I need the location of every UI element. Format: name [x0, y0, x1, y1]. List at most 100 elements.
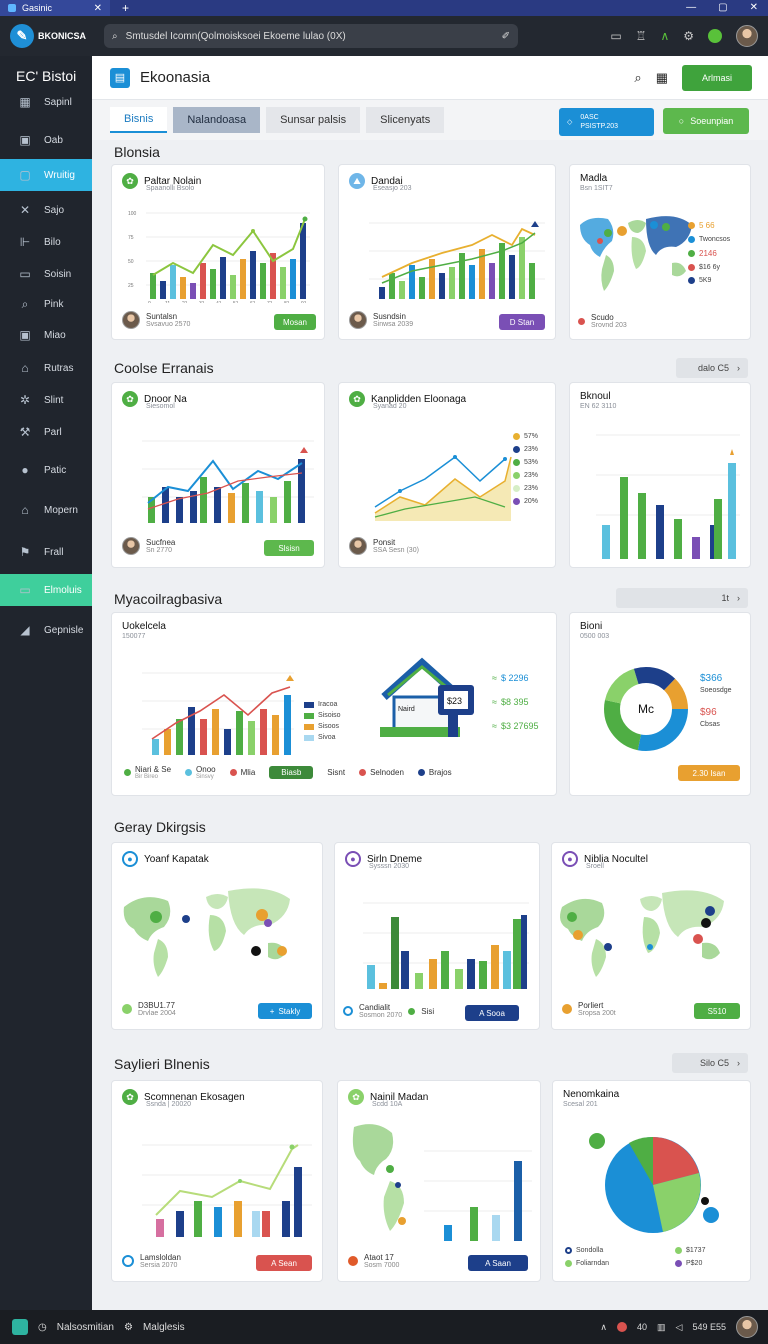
legend-value: $366 [700, 673, 723, 684]
chevron-up-icon[interactable]: ∧ [600, 1322, 607, 1333]
sidebar-item-label: Soisin [44, 268, 72, 280]
card-nainil-madan[interactable]: ✿ Nainil Madan Scdd 10A Ataot 17 Sosm 7000… [337, 1080, 541, 1282]
header-action-button[interactable]: Arlmasi [682, 64, 752, 91]
sidebar-item-oab[interactable]: ▣ Oab [0, 124, 92, 156]
minimize-icon[interactable]: — [686, 0, 696, 16]
chat-icon: ▭ [19, 267, 31, 281]
card-dnoor-na[interactable]: ✿ Dnoor Na Siesomol Sucfnea Sn 2770 Slsisn [111, 382, 325, 568]
sidebar-item-rutras[interactable]: ⌂ Rutras [0, 352, 92, 384]
sidebar-item-patic[interactable]: ● Patic [0, 454, 92, 486]
section-2-button[interactable]: dalo C5 › [676, 358, 748, 378]
logo-icon: ✎ [10, 24, 34, 48]
sidebar-item-sajo[interactable]: ✕ Sajo [0, 194, 92, 226]
sidebar-item-parl[interactable]: ⚒ Parl [0, 416, 92, 448]
network-icon[interactable]: ▥ [657, 1322, 666, 1333]
sidebar-item-wruitig[interactable]: ▢ Wruitig [0, 159, 92, 191]
app-logo[interactable]: ✎ BKONICSA [0, 24, 100, 48]
lang-indicator[interactable]: 40 [637, 1322, 647, 1332]
card-pill-button[interactable]: D Stan [499, 314, 545, 330]
section-title-3: Myacoilragbasiva [114, 591, 223, 607]
tab-sunsar-palsis[interactable]: Sunsar palsis [266, 107, 361, 133]
card-pill-button[interactable]: S510 [694, 1003, 740, 1019]
sidebar-item-sapinl[interactable]: ▦ Sapinl [0, 86, 92, 118]
sidebar-item-gepnisle[interactable]: ◢ Gepnisle [0, 614, 92, 646]
maximize-icon[interactable]: ▢ [718, 0, 727, 16]
card-scomnenan[interactable]: ✿ Scomnenan Ekosagen Ssnda | 20020 Lamslo… [111, 1080, 323, 1282]
card-nenomkaina[interactable]: Nenomkaina Scesal 201 Sondolla $1737 Fol… [552, 1080, 751, 1282]
section-title-5: Saylieri Blnenis [114, 1056, 210, 1072]
footer-sub: Bir Bireo [135, 774, 159, 780]
sidebar-item-frall[interactable]: ⚑ Frall [0, 536, 92, 568]
sidebar-item-miao[interactable]: ▣ Miao [0, 319, 92, 351]
card-pill-button[interactable]: 2.30 Isan [678, 765, 740, 781]
value-legend: ≈ $ 2296 ≈ $8 395 ≈ $3 27695 [492, 673, 539, 731]
browser-tab[interactable]: Gasinic ✕ [0, 0, 110, 16]
card-pill-button[interactable]: + Stakly [258, 1003, 312, 1019]
sidebar-item-elmoluis[interactable]: ▭ Elmoluis [0, 574, 92, 606]
card-pill-button[interactable]: A Sooa [465, 1005, 519, 1021]
new-tab-icon[interactable]: + [122, 1, 129, 15]
legend-item: 5 66 [699, 221, 715, 230]
card-madla[interactable]: Madla Bsn 1SIT7 5 66 Twoncsos 2146 $16 6… [569, 164, 751, 340]
card-subtitle: 0500 003 [580, 633, 610, 640]
tab-close-icon[interactable]: ✕ [94, 3, 102, 14]
card-pill-button[interactable]: A Sean [256, 1255, 312, 1271]
card-bknoul[interactable]: Bknoul EN 62 3110 [569, 382, 751, 568]
settings-icon[interactable]: ⚙ [683, 29, 694, 43]
taskbar-app-1[interactable]: Nalsosmitian [57, 1322, 114, 1333]
sidebar-item-label: Pink [44, 298, 64, 310]
card-paltar-nolain[interactable]: ✿Paltar Nolain Spaanolli Bsolo 011213141… [111, 164, 325, 340]
avatar[interactable] [736, 1316, 758, 1338]
gear-icon: ✿ [122, 1089, 138, 1105]
action-button-green[interactable]: ○ Soeunpian [663, 108, 749, 134]
taskbar: ◷ Nalsosmitian ⚙ Malglesis ∧ 40 ▥ ◁ 549 … [0, 1310, 768, 1344]
address-bar[interactable]: ⌕ Smtusdel Icomn(Qolmoisksoei Ekoeme lul… [104, 24, 518, 48]
sidebar-item-label: Miao [44, 329, 66, 341]
status-dot-icon[interactable] [708, 29, 722, 43]
sidebar-item-label: Sajo [44, 204, 65, 216]
card-yoanf-kapatak[interactable]: ● Yoanf Kapatak D3BU1.77 Drvlae 2004 + Stak… [111, 842, 323, 1030]
card-niblia-nocultel[interactable]: ● Niblia Nocultel Sroell Porliert Sropsa 2… [551, 842, 751, 1030]
grid-icon[interactable]: ▦ [656, 70, 668, 86]
area-chart [374, 455, 512, 521]
footer-pill-button[interactable]: Biasb [269, 766, 314, 779]
chat-icon[interactable]: ▭ [610, 29, 621, 43]
tab-slicenyats[interactable]: Slicenyats [366, 107, 445, 133]
section-5-button[interactable]: Silo C5 › [672, 1053, 748, 1073]
record-icon[interactable] [617, 1322, 628, 1332]
tab-bisnis[interactable]: Bisnis [110, 107, 168, 133]
volume-icon[interactable]: ◁ [676, 1322, 683, 1333]
gear-icon: ✿ [349, 391, 365, 407]
sidebar-item-pink[interactable]: ⌕ Pink [0, 288, 92, 320]
app-icon[interactable] [12, 1319, 28, 1335]
taskbar-app-2[interactable]: Malglesis [143, 1322, 185, 1333]
bell-icon[interactable]: ♖ [636, 29, 647, 43]
leaf-icon[interactable]: ∧ [660, 29, 669, 43]
sidebar-item-label: Bilo [44, 236, 61, 248]
card-kanplidden[interactable]: ✿ Kanplidden Eloonaga Syanad 20 57% 23% 5… [338, 382, 556, 568]
card-bioni[interactable]: Bioni 0500 003 Mc $366 Soeosdge $96 Cbsa… [569, 612, 751, 796]
bar-chart [596, 434, 740, 559]
bar-line-chart [142, 440, 314, 523]
action-button-blue[interactable]: ◇ 0ASC PSISTP.203 [559, 108, 654, 136]
status-dot-icon [343, 1006, 353, 1016]
footer-name: Ponsit [373, 538, 396, 547]
footer-sub: Sn 2770 [146, 547, 173, 554]
card-uokelcela[interactable]: Uokelcela 150077 Iracoa Sisoiso Sisoos S… [111, 612, 557, 796]
address-text: Smtusdel Icomn(Qolmoisksoei Ekoeme lulao… [125, 30, 346, 42]
search-icon[interactable]: ⌕ [634, 70, 641, 86]
close-window-icon[interactable]: ✕ [750, 0, 758, 16]
card-pill-button[interactable]: Slsisn [264, 540, 314, 556]
card-pill-button[interactable]: Mosan [274, 314, 316, 330]
avatar[interactable] [736, 25, 758, 47]
card-dandai[interactable]: ⛰ Dandai Eseasjo 203 Susndsin Sinwsa 2039 … [338, 164, 556, 340]
sidebar-item-soisin[interactable]: ▭ Soisin [0, 258, 92, 290]
sidebar-item-bilo[interactable]: ⊩ Bilo [0, 226, 92, 258]
pen-icon[interactable]: ✐ [502, 31, 510, 42]
section-3-button[interactable]: 1t › [616, 588, 748, 608]
tab-nalandoasa[interactable]: Nalandoasa [173, 107, 261, 133]
card-sirln-dneme[interactable]: ● Sirln Dneme Sysssn 2030 Candialit Sosmon… [334, 842, 540, 1030]
sidebar-item-slint[interactable]: ✲ Slint [0, 384, 92, 416]
sidebar-item-mopern[interactable]: ⌂ Mopern [0, 494, 92, 526]
card-pill-button[interactable]: A Saan [468, 1255, 528, 1271]
